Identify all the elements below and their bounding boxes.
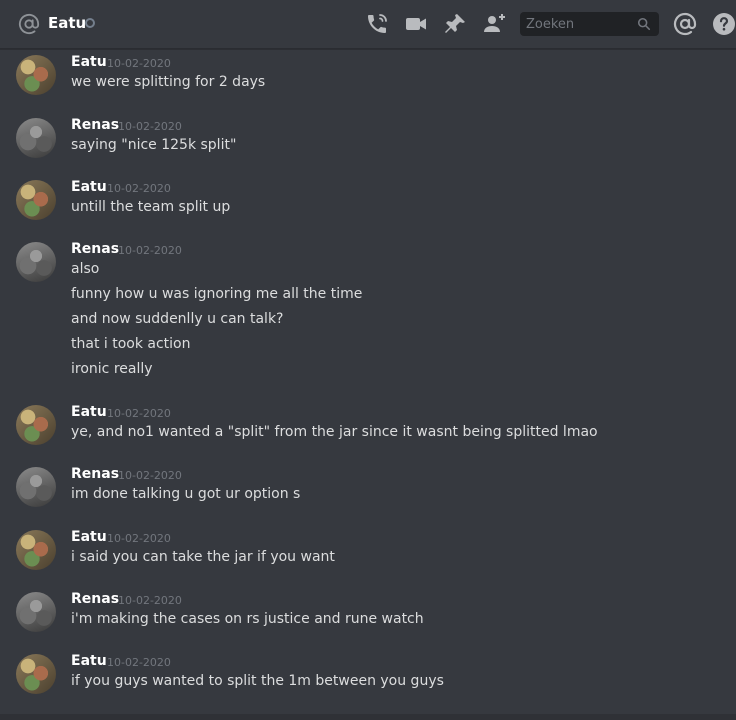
message-text: we were splitting for 2 days: [71, 74, 266, 90]
message-author[interactable]: Renas: [71, 117, 119, 133]
mentions-icon[interactable]: [673, 12, 697, 36]
message-timestamp: 10-02-2020: [107, 57, 171, 70]
channel-header: Eatu: [0, 0, 736, 49]
message-timestamp: 10-02-2020: [107, 532, 171, 545]
phone-call-icon[interactable]: [365, 12, 389, 36]
help-icon[interactable]: [712, 12, 736, 36]
message-author[interactable]: Eatu: [71, 179, 107, 195]
message-text: i said you can take the jar if you want: [71, 549, 335, 565]
video-call-icon[interactable]: [404, 12, 428, 36]
message-timestamp: 10-02-2020: [107, 182, 171, 195]
search-input[interactable]: [520, 12, 630, 36]
avatar[interactable]: [16, 55, 56, 95]
search-icon[interactable]: [637, 17, 651, 31]
message-text: funny how u was ignoring me all the time: [71, 286, 363, 302]
message-text: also: [71, 261, 100, 277]
message-author[interactable]: Renas: [71, 591, 119, 607]
search-box[interactable]: [520, 12, 659, 36]
add-user-icon[interactable]: [482, 12, 506, 36]
message-text: i'm making the cases on rs justice and r…: [71, 611, 424, 627]
message-author[interactable]: Renas: [71, 466, 119, 482]
message-author[interactable]: Eatu: [71, 54, 107, 70]
channel-name: Eatu: [48, 14, 87, 32]
message-author[interactable]: Eatu: [71, 653, 107, 669]
avatar[interactable]: [16, 654, 56, 694]
message-author[interactable]: Eatu: [71, 529, 107, 545]
message-timestamp: 10-02-2020: [118, 594, 182, 607]
avatar[interactable]: [16, 180, 56, 220]
avatar[interactable]: [16, 467, 56, 507]
message-text: ye, and no1 wanted a "split" from the ja…: [71, 424, 598, 440]
message-list-edge: [0, 714, 736, 720]
message-text: untill the team split up: [71, 199, 231, 215]
message-author[interactable]: Eatu: [71, 404, 107, 420]
at-icon: [18, 13, 40, 35]
message-timestamp: 10-02-2020: [107, 656, 171, 669]
message-text: that i took action: [71, 336, 191, 352]
avatar[interactable]: [16, 530, 56, 570]
message-timestamp: 10-02-2020: [118, 244, 182, 257]
avatar[interactable]: [16, 118, 56, 158]
message-text: and now suddenlly u can talk?: [71, 311, 284, 327]
message-text: ironic really: [71, 361, 153, 377]
message-text: im done talking u got ur option s: [71, 486, 301, 502]
avatar[interactable]: [16, 405, 56, 445]
message-timestamp: 10-02-2020: [118, 120, 182, 133]
message-timestamp: 10-02-2020: [107, 407, 171, 420]
message-timestamp: 10-02-2020: [118, 469, 182, 482]
pin-icon[interactable]: [443, 12, 467, 36]
message-text: saying "nice 125k split": [71, 137, 237, 153]
avatar[interactable]: [16, 592, 56, 632]
avatar[interactable]: [16, 242, 56, 282]
message-text: if you guys wanted to split the 1m betwe…: [71, 673, 444, 689]
message-author[interactable]: Renas: [71, 241, 119, 257]
message-list: Eatu 10-02-2020 we were splitting for 2 da…: [0, 48, 736, 720]
offline-status-icon: [85, 18, 95, 28]
